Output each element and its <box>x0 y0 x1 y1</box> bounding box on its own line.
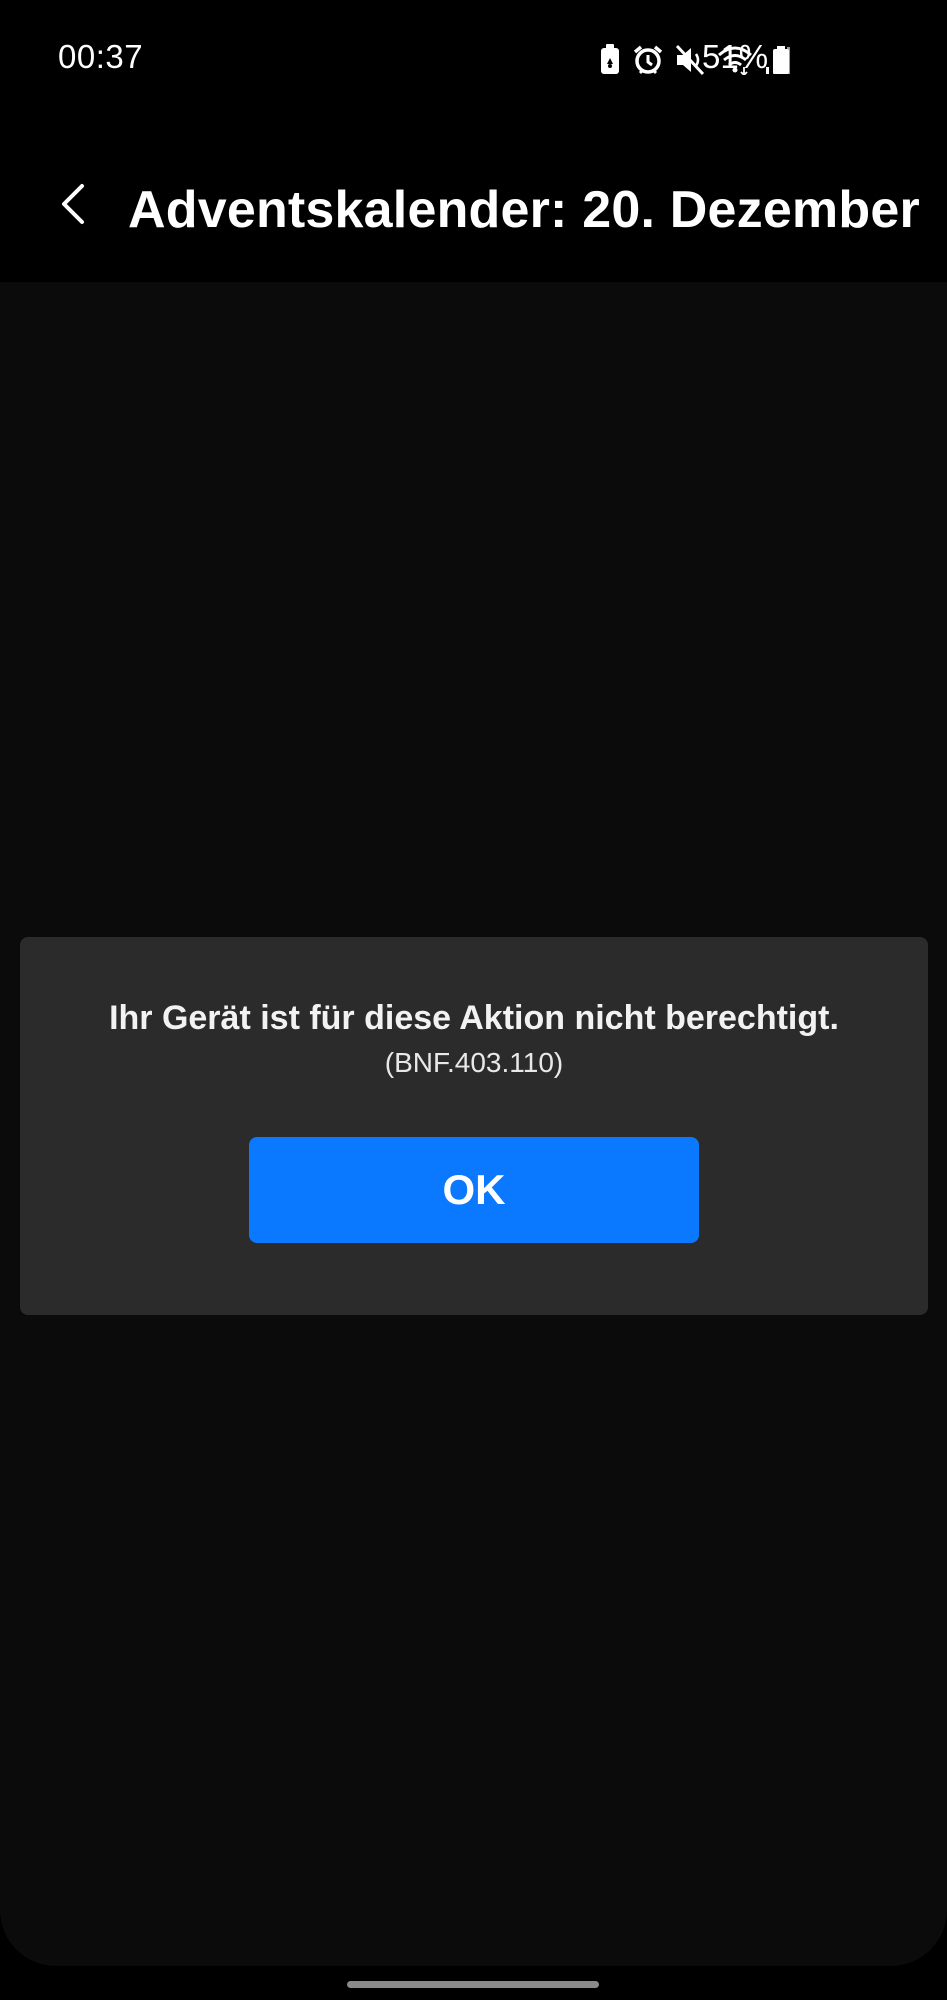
home-indicator[interactable] <box>347 1981 599 1988</box>
status-time: 00:37 <box>58 38 144 75</box>
dialog-message: Ihr Gerät ist für diese Aktion nicht ber… <box>109 999 839 1037</box>
mute-icon <box>675 44 705 76</box>
back-button[interactable] <box>40 172 104 236</box>
battery-icon <box>772 46 790 79</box>
battery-saver-icon <box>599 44 621 76</box>
battery-percent: 51% <box>702 38 769 75</box>
page-title: Adventskalender: 20. Dezember <box>128 181 920 239</box>
app-header: Adventskalender: 20. Dezember <box>0 120 947 282</box>
status-bar: 00:37 51% <box>0 0 947 120</box>
alarm-icon <box>633 44 663 76</box>
screen: 00:37 51% Adventskalender: 20. Dezember … <box>0 0 947 2000</box>
ok-button[interactable]: OK <box>249 1137 699 1243</box>
error-dialog: Ihr Gerät ist für diese Aktion nicht ber… <box>20 937 928 1315</box>
dialog-error-code: (BNF.403.110) <box>384 1047 564 1078</box>
chevron-left-icon <box>62 184 84 224</box>
